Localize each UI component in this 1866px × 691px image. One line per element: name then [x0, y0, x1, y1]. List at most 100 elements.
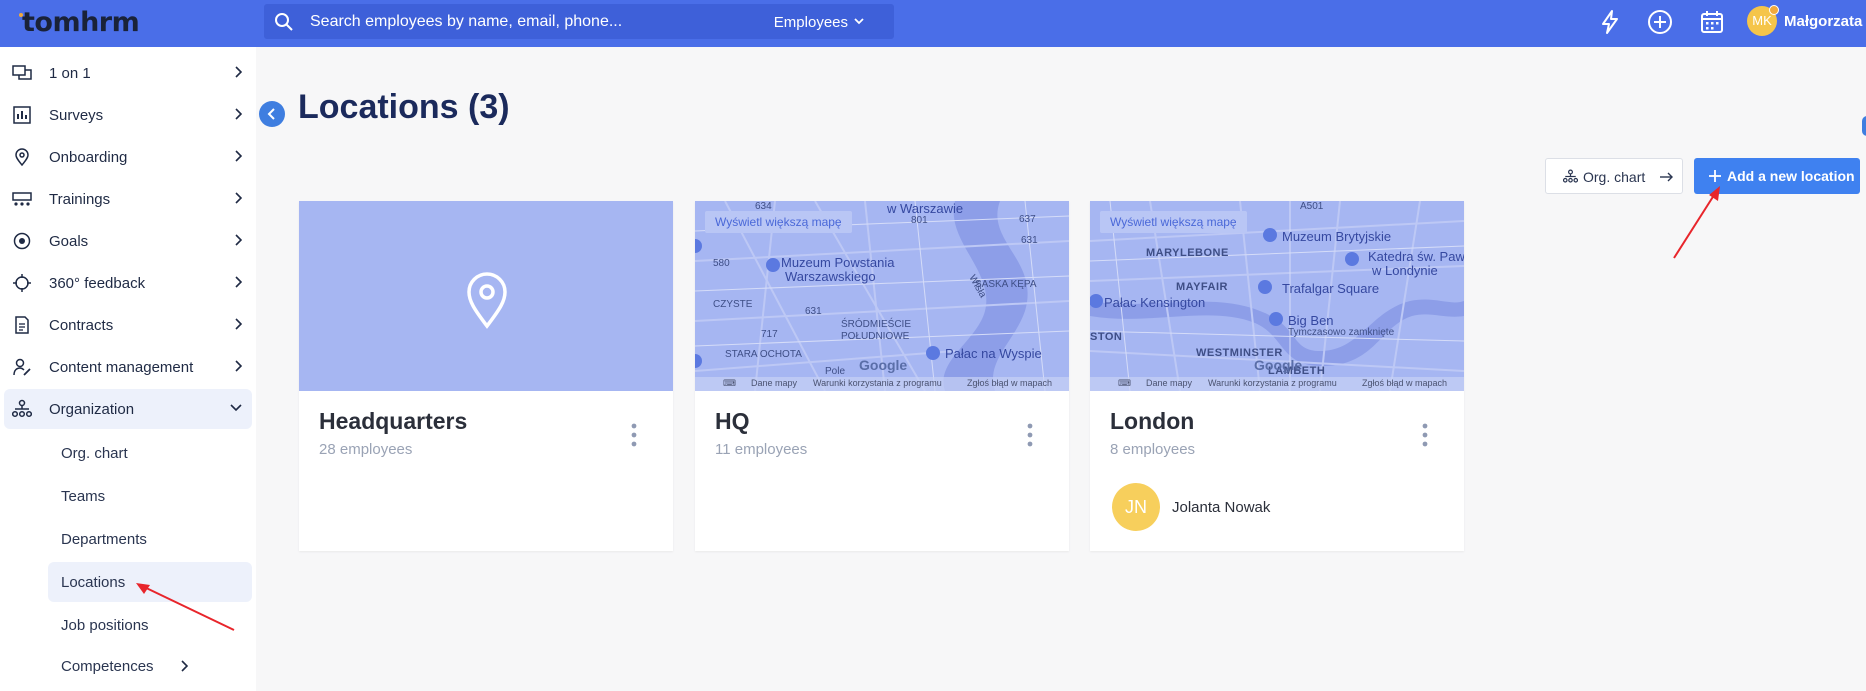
- sidebar-item-goals[interactable]: Goals: [4, 221, 252, 261]
- sidebar-subitem-departments[interactable]: Departments: [48, 519, 252, 559]
- map-label: STARA OCHOTA: [725, 349, 802, 360]
- location-name[interactable]: HQ: [715, 408, 750, 435]
- sidebar-subitem-org-chart[interactable]: Org. chart: [48, 433, 252, 473]
- map-label: Pałac na Wyspie: [945, 346, 1042, 361]
- chevron-down-icon: [854, 18, 864, 25]
- sidebar-item-onboarding[interactable]: Onboarding: [4, 137, 252, 177]
- back-button[interactable]: [259, 101, 285, 127]
- map-footer: ⌨ Dane mapy Warunki korzystania z progra…: [695, 377, 1069, 391]
- sidebar-item-1on1[interactable]: 1 on 1: [4, 53, 252, 93]
- page-title: Locations (3): [298, 88, 510, 126]
- view-larger-map-link[interactable]: Wyświetl większą mapę: [1100, 211, 1247, 233]
- logo[interactable]: tomhrm: [19, 7, 140, 38]
- map-terms-link[interactable]: Warunki korzystania z programu: [1208, 378, 1337, 388]
- sidebar-item-content-management[interactable]: Content management: [4, 347, 252, 387]
- sidebar-item-360-feedback[interactable]: 360° feedback: [4, 263, 252, 303]
- user-avatar[interactable]: MK: [1747, 5, 1779, 36]
- user-name[interactable]: Małgorzata: [1784, 13, 1862, 30]
- map-label: Tymczasowo zamknięte: [1288, 327, 1395, 338]
- location-card-hq[interactable]: Wyświetl większą mapę w Warszawie Muzeum…: [695, 201, 1069, 551]
- org-icon: [12, 399, 32, 418]
- location-card-headquarters[interactable]: Headquarters 28 employees: [299, 201, 673, 551]
- map-label: A501: [1300, 201, 1324, 212]
- map-london[interactable]: Wyświetl większą mapę Muzeum Brytyjskie …: [1090, 201, 1464, 391]
- map-label: 637: [1019, 214, 1036, 225]
- view-larger-map-link[interactable]: Wyświetl większą mapę: [705, 211, 852, 233]
- more-options-icon[interactable]: [631, 423, 637, 447]
- add-circle-icon[interactable]: [1646, 8, 1674, 36]
- org-chart-button[interactable]: Org. chart: [1545, 158, 1683, 194]
- sidebar-item-trainings[interactable]: Trainings: [4, 179, 252, 219]
- location-card-london[interactable]: Wyświetl większą mapę Muzeum Brytyjskie …: [1090, 201, 1464, 551]
- map-label: Pałac Kensington: [1104, 295, 1206, 310]
- map-label: Pole: [825, 366, 846, 377]
- map-label: 631: [1021, 235, 1038, 246]
- map-report-link[interactable]: Zgłoś błąd w mapach: [967, 378, 1052, 388]
- employee-count: 11 employees: [715, 441, 808, 458]
- map-data-link[interactable]: Dane mapy: [1146, 378, 1192, 388]
- sidebar-subitem-competences[interactable]: Competences: [48, 646, 252, 686]
- add-location-button-label: Add a new location: [1727, 168, 1855, 184]
- annotation-arrow: [136, 583, 235, 631]
- sidebar-item-label: Goals: [49, 233, 89, 250]
- map-label: 580: [713, 258, 730, 269]
- map-label: w Londynie: [1372, 263, 1438, 278]
- map-label: ŚRÓDMIEŚCIE: [841, 319, 912, 330]
- side-panel-handle[interactable]: [1862, 116, 1866, 136]
- sidebar-subitem-teams[interactable]: Teams: [48, 476, 252, 516]
- chevron-right-icon: [235, 108, 242, 120]
- org-chart-button-label: Org. chart: [1583, 169, 1646, 185]
- keyboard-shortcuts-icon[interactable]: ⌨: [1118, 378, 1131, 389]
- people-icon: [12, 192, 32, 206]
- chevron-down-icon: [230, 404, 242, 412]
- search-icon: [275, 13, 293, 31]
- map-label: MARYLEBONE: [1146, 247, 1229, 259]
- map-label: 634: [755, 201, 772, 212]
- map-report-link[interactable]: Zgłoś błąd w mapach: [1362, 378, 1447, 388]
- sidebar-item-label: Organization: [49, 401, 135, 418]
- employee-count: 8 employees: [1110, 441, 1196, 458]
- calendar-icon[interactable]: [1698, 8, 1726, 36]
- chevron-right-icon: [235, 276, 242, 288]
- lightning-icon[interactable]: [1596, 8, 1624, 36]
- chevron-right-icon: [235, 192, 242, 204]
- sidebar-item-contracts[interactable]: Contracts: [4, 305, 252, 345]
- chevron-right-icon: [235, 66, 242, 78]
- location-name[interactable]: London: [1110, 408, 1194, 435]
- person-edit-icon: [13, 358, 31, 376]
- map-label: STON: [1090, 331, 1123, 343]
- chevron-right-icon: [181, 660, 188, 672]
- location-name[interactable]: Headquarters: [319, 408, 467, 435]
- chevron-right-icon: [235, 318, 242, 330]
- map-label: MAYFAIR: [1176, 281, 1228, 293]
- search-scope-select[interactable]: Employees: [774, 14, 848, 31]
- search-bar[interactable]: Search employees by name, email, phone..…: [264, 4, 894, 39]
- sidebar-item-organization[interactable]: Organization: [4, 389, 252, 429]
- chevron-right-icon: [235, 150, 242, 162]
- sidebar-item-surveys[interactable]: Surveys: [4, 95, 252, 135]
- keyboard-shortcuts-icon[interactable]: ⌨: [723, 378, 736, 389]
- more-options-icon[interactable]: [1422, 423, 1428, 447]
- sidebar-item-label: 1 on 1: [49, 65, 91, 82]
- search-input[interactable]: Search employees by name, email, phone..…: [310, 13, 622, 31]
- map-label: Muzeum Brytyjskie: [1282, 229, 1392, 244]
- map-label: Trafalgar Square: [1282, 281, 1380, 296]
- employee-count: 28 employees: [319, 441, 413, 458]
- avatar: JN: [1112, 483, 1160, 531]
- location-placeholder: [299, 201, 673, 391]
- sidebar-item-label: Content management: [49, 359, 194, 376]
- map-label: 801: [911, 215, 928, 226]
- sidebar-item-label: 360° feedback: [49, 275, 146, 292]
- map-terms-link[interactable]: Warunki korzystania z programu: [813, 378, 942, 388]
- map-label: Warszawskiego: [785, 269, 876, 284]
- map-label: 717: [761, 329, 778, 340]
- more-options-icon[interactable]: [1027, 423, 1033, 447]
- google-logo: Google: [859, 357, 908, 373]
- plus-icon: [1709, 170, 1721, 182]
- map-warsaw[interactable]: Wyświetl większą mapę w Warszawie Muzeum…: [695, 201, 1069, 391]
- google-logo: Google: [1254, 357, 1303, 373]
- map-footer: ⌨ Dane mapy Warunki korzystania z progra…: [1090, 377, 1464, 391]
- chevron-right-icon: [235, 360, 242, 372]
- map-data-link[interactable]: Dane mapy: [751, 378, 797, 388]
- annotation-arrow: [1673, 186, 1720, 259]
